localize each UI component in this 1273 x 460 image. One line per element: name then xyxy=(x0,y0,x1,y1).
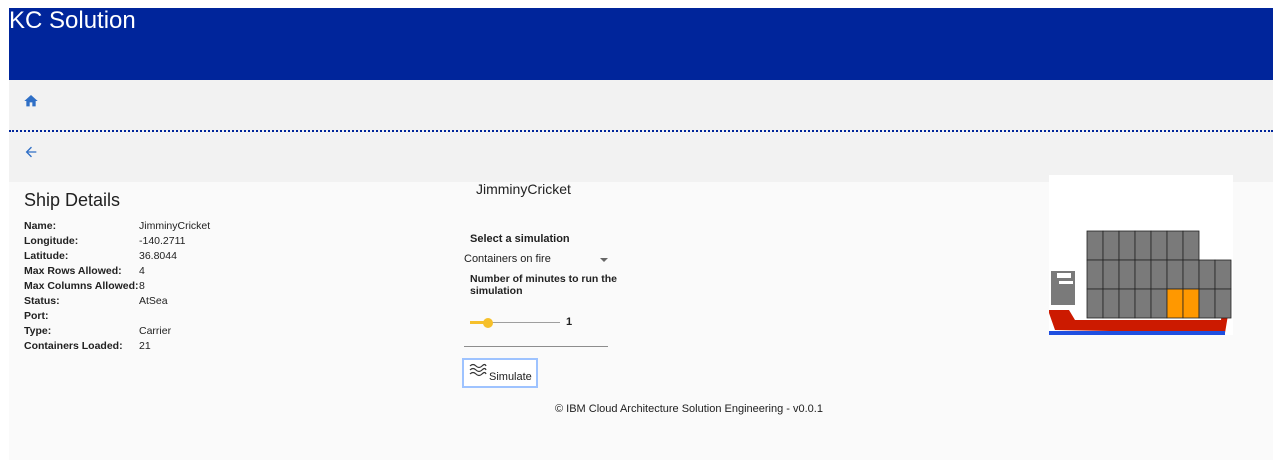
detail-label: Port: xyxy=(24,310,49,322)
container xyxy=(1118,230,1136,261)
minutes-label: Number of minutes to run the simulation xyxy=(470,273,617,297)
container xyxy=(1118,288,1136,319)
container-on-fire xyxy=(1182,288,1200,319)
detail-label: Longitude: xyxy=(24,235,79,247)
form-divider xyxy=(464,346,608,347)
app-title: KC Solution xyxy=(9,7,136,34)
detail-value: 8 xyxy=(139,280,145,292)
footer-text: © IBM Cloud Architecture Solution Engine… xyxy=(555,403,823,415)
detail-label: Max Columns Allowed: xyxy=(24,280,139,292)
bridge-window xyxy=(1059,281,1073,284)
minutes-slider[interactable] xyxy=(470,316,560,330)
ship-name-heading: JimminyCricket xyxy=(476,181,571,197)
container xyxy=(1150,230,1168,261)
detail-label: Max Rows Allowed: xyxy=(24,265,122,277)
container xyxy=(1086,230,1104,261)
container xyxy=(1102,288,1120,319)
container-stack xyxy=(1086,230,1232,319)
container xyxy=(1166,230,1184,261)
container xyxy=(1198,259,1216,290)
caret-down-icon xyxy=(600,258,608,262)
app-header: KC Solution xyxy=(9,8,1273,80)
container xyxy=(1134,288,1152,319)
detail-value: AtSea xyxy=(139,295,168,307)
container xyxy=(1102,230,1120,261)
simulation-select-value: Containers on fire xyxy=(464,253,551,265)
detail-label: Type: xyxy=(24,325,52,337)
container xyxy=(1214,259,1232,290)
detail-label: Name: xyxy=(24,220,57,232)
detail-label: Latitude: xyxy=(24,250,69,262)
minutes-value: 1 xyxy=(566,316,573,328)
home-nav-bar xyxy=(9,80,1273,132)
ship-illustration xyxy=(1049,175,1233,335)
detail-value: 4 xyxy=(139,265,145,277)
select-simulation-label: Select a simulation xyxy=(470,233,570,245)
container xyxy=(1086,259,1104,290)
detail-value: Carrier xyxy=(139,325,172,337)
waves-icon xyxy=(469,363,487,377)
detail-value: JimminyCricket xyxy=(139,220,211,232)
water-line xyxy=(1049,331,1225,335)
container xyxy=(1086,288,1104,319)
container xyxy=(1134,230,1152,261)
detail-value: 21 xyxy=(139,340,151,352)
detail-value: -140.2711 xyxy=(139,235,186,247)
simulation-select[interactable]: Containers on fire xyxy=(464,252,610,270)
simulate-button[interactable]: Simulate xyxy=(462,358,538,388)
arrow-left-icon[interactable] xyxy=(23,144,39,160)
container xyxy=(1150,288,1168,319)
ship-svg xyxy=(1049,230,1232,335)
container xyxy=(1134,259,1152,290)
container-on-fire xyxy=(1166,288,1184,319)
container xyxy=(1118,259,1136,290)
container xyxy=(1102,259,1120,290)
detail-label: Containers Loaded: xyxy=(24,340,123,352)
bridge-window xyxy=(1057,273,1071,278)
ship-details-title: Ship Details xyxy=(24,190,121,210)
container xyxy=(1182,259,1200,290)
simulate-button-label: Simulate xyxy=(489,371,532,383)
container xyxy=(1198,288,1216,319)
home-icon[interactable] xyxy=(23,93,39,109)
container xyxy=(1150,259,1168,290)
detail-value: 36.8044 xyxy=(139,250,177,262)
detail-label: Status: xyxy=(24,295,60,307)
container xyxy=(1182,230,1200,261)
container xyxy=(1214,288,1232,319)
container xyxy=(1166,259,1184,290)
slider-thumb[interactable] xyxy=(483,318,493,328)
